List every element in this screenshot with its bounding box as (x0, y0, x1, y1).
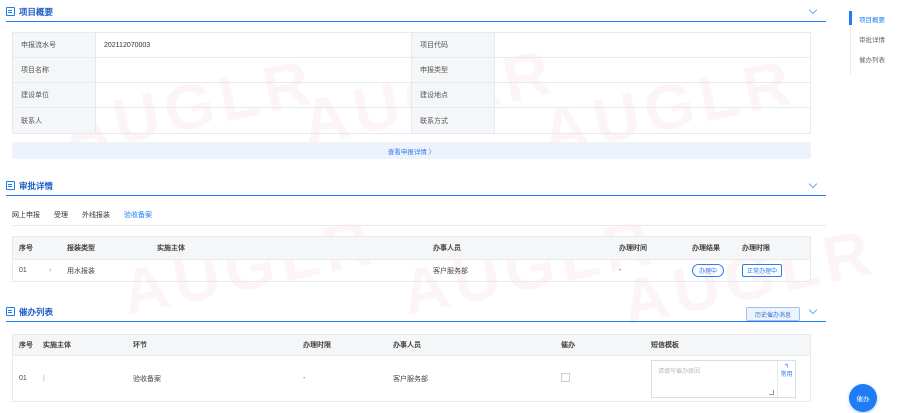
main-content: AUGLR AUGLR AUGLR AUGLR AUGLR AUGLR 项目概要… (0, 0, 882, 413)
column-header: 序号 (19, 245, 33, 252)
column-header: 催办 (561, 342, 575, 349)
overview-row: 申报流水号 202112070003 项目代码 (13, 33, 810, 58)
sms-template-box: 请填写催办原因 ↰ 常用 (651, 359, 796, 398)
tab-acceptance[interactable]: 受理 (54, 210, 68, 226)
field-label: 申报类型 (412, 58, 495, 82)
document-icon (6, 181, 15, 190)
overview-row: 联系人 联系方式 (13, 108, 810, 133)
overview-row: 项目名称 申报类型 (13, 58, 810, 83)
common-phrases-link[interactable]: 常用 (780, 371, 792, 379)
column-header: 环节 (133, 342, 147, 349)
column-header: 办理时限 (303, 342, 331, 349)
field-label: 联系人 (13, 108, 96, 133)
field-label: 建设地点 (412, 83, 495, 107)
anchor-overview[interactable]: 项目概要 (859, 14, 885, 24)
overview-title: 项目概要 (19, 6, 54, 17)
column-header: 实施主体 (43, 342, 71, 349)
field-value (96, 83, 412, 107)
field-label: 项目名称 (13, 58, 96, 82)
tab-online-application[interactable]: 网上申报 (12, 210, 40, 226)
field-label: 申报流水号 (13, 33, 96, 57)
overview-row: 建设单位 建设地点 (13, 83, 810, 108)
time-limit: - (303, 375, 306, 382)
process-time: - (619, 267, 622, 274)
approval-title: 审批详情 (19, 180, 54, 191)
anchor-indicator (849, 11, 852, 25)
collapse-chevron-icon[interactable] (808, 305, 818, 315)
anchor-urge-list[interactable]: 催办列表 (859, 54, 885, 64)
time-limit-badge: 正常办理中 (742, 264, 783, 277)
field-value (495, 83, 810, 107)
column-header: 办事人员 (393, 342, 421, 349)
field-value (495, 58, 810, 82)
overview-table: 申报流水号 202112070003 项目代码 项目名称 申报类型 建设单位 建… (12, 32, 811, 134)
collapse-chevron-icon[interactable] (808, 5, 818, 15)
field-value (495, 108, 810, 133)
overview-section-header: 项目概要 (6, 2, 826, 22)
field-label: 项目代码 (412, 33, 495, 57)
status-badge: 办理中 (692, 264, 725, 277)
column-header: 报装类型 (67, 245, 95, 252)
implementing-subject: | (43, 375, 45, 382)
column-header: 序号 (19, 342, 33, 349)
approval-section-header: 审批详情 (6, 176, 826, 196)
step-name: 验收备案 (133, 375, 161, 383)
field-label: 联系方式 (412, 108, 495, 133)
install-type: 用水报装 (67, 267, 95, 275)
column-header: 短信模板 (651, 342, 679, 349)
staff-name: 客户服务部 (433, 267, 468, 275)
field-label: 建设单位 (13, 83, 96, 107)
sms-template-actions: ↰ 常用 (777, 360, 795, 397)
insert-template-icon[interactable]: ↰ (784, 363, 789, 371)
field-value (495, 33, 810, 57)
urge-title: 催办列表 (19, 306, 54, 317)
column-header: 实施主体 (157, 245, 185, 252)
table-row: 01 | 验收备案 - 客户服务部 请填写催办原因 ↰ 常用 (13, 355, 810, 401)
tabs-divider (12, 225, 826, 226)
table-header: 序号 报装类型 实施主体 办事人员 办理时间 办理结果 办理时限 (13, 237, 810, 259)
column-header: 办理时间 (619, 245, 647, 252)
column-header: 办事人员 (433, 245, 461, 252)
expand-arrow-icon[interactable]: › (43, 267, 61, 274)
field-value (96, 58, 412, 82)
staff-name: 客户服务部 (393, 375, 428, 383)
anchor-approval[interactable]: 审批详情 (859, 34, 885, 44)
tab-external-install[interactable]: 外线报装 (82, 210, 110, 226)
document-icon (6, 7, 15, 16)
sms-template-input[interactable]: 请填写催办原因 (652, 361, 777, 397)
approval-table: 序号 报装类型 实施主体 办事人员 办理时间 办理结果 办理时限 01 › 用水… (12, 236, 811, 282)
tab-inspection-filing[interactable]: 验收备案 (124, 210, 152, 226)
approval-tabs: 网上申报 受理 外线报装 验收备案 (12, 210, 152, 226)
column-header: 办理时限 (742, 245, 770, 252)
row-number: 01 (19, 267, 27, 274)
document-icon (6, 307, 15, 316)
row-number: 01 (19, 375, 27, 382)
anchor-navigation: 项目概要 审批详情 催办列表 (848, 8, 900, 78)
urge-section-header: 催办列表 历史催办消息 (6, 302, 826, 322)
table-row[interactable]: 01 › 用水报装 客户服务部 - 办理中 正常办理中 (13, 259, 810, 281)
history-urge-messages-button[interactable]: 历史催办消息 (745, 307, 800, 321)
resize-handle-icon[interactable] (769, 389, 774, 395)
urge-checkbox[interactable] (561, 373, 570, 382)
table-header: 序号 实施主体 环节 办理时限 办事人员 催办 短信模板 (13, 335, 810, 355)
view-application-details-link[interactable]: 查看申报详情 〉 (12, 142, 811, 159)
collapse-chevron-icon[interactable] (808, 179, 818, 189)
column-header: 办理结果 (692, 245, 720, 252)
field-value (96, 108, 412, 133)
field-value: 202112070003 (96, 33, 412, 57)
urge-table: 序号 实施主体 环节 办理时限 办事人员 催办 短信模板 01 | 验收备案 -… (12, 334, 811, 402)
urge-fab-button[interactable]: 催办 (849, 384, 877, 412)
